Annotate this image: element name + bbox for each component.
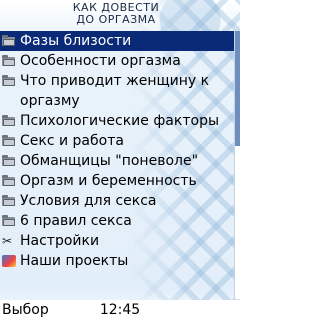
scrollbar[interactable] [234,31,240,299]
menu-item-label: Что приводит женщину к оргазму [20,73,210,109]
menu-item-label: Психологические факторы [20,113,220,129]
folder-icon [2,135,16,147]
softkey-bar: Выбор 12:45 [0,300,240,320]
folder-icon [2,195,16,207]
wrench-icon: ✂ [2,234,13,248]
menu-item-label: 6 правил секса [20,213,132,229]
app-screen: КАК ДОВЕСТИ ДО ОРГАЗМА Фазы близости Осо… [0,0,240,320]
menu-item-label: Фазы близости [20,33,132,49]
app-header: КАК ДОВЕСТИ ДО ОРГАЗМА [0,0,232,30]
menu-item-label: Настройки [20,233,100,249]
folder-icon [2,115,16,127]
menu-item-psych-factors[interactable]: Психологические факторы [0,111,234,131]
menu-item-label: Оргазм и беременность [20,173,197,189]
menu-item-pregnancy[interactable]: Оргазм и беременность [0,171,234,191]
menu-item-label: Секс и работа [20,133,124,149]
folder-icon [2,55,16,67]
folder-icon [2,75,16,87]
menu-item-label: Условия для секса [20,193,157,209]
projects-icon [2,255,16,267]
menu-item-features[interactable]: Особенности оргазма [0,51,234,71]
menu-item-sex-work[interactable]: Секс и работа [0,131,234,151]
menu-item-conditions[interactable]: Условия для секса [0,191,234,211]
folder-icon [2,35,16,47]
menu-item-label: Обманщицы "поневоле" [20,153,199,169]
select-softkey[interactable]: Выбор [2,300,49,320]
scrollbar-thumb[interactable] [235,31,240,146]
menu-item-deceivers[interactable]: Обманщицы "поневоле" [0,151,234,171]
menu-item-what-leads[interactable]: Что приводит женщину к оргазму [0,71,234,111]
menu-item-phases[interactable]: Фазы близости [0,31,234,51]
folder-icon [2,175,16,187]
menu-list: Фазы близости Особенности оргазма Что пр… [0,31,234,271]
folder-icon [2,215,16,227]
menu-item-projects[interactable]: Наши проекты [0,251,234,271]
menu-item-settings[interactable]: ✂ Настройки [0,231,234,251]
menu-item-six-rules[interactable]: 6 правил секса [0,211,234,231]
header-title-line2: ДО ОРГАЗМА [76,13,156,26]
menu-item-label: Особенности оргазма [20,53,181,69]
menu-item-label: Наши проекты [20,253,129,269]
folder-icon [2,155,16,167]
